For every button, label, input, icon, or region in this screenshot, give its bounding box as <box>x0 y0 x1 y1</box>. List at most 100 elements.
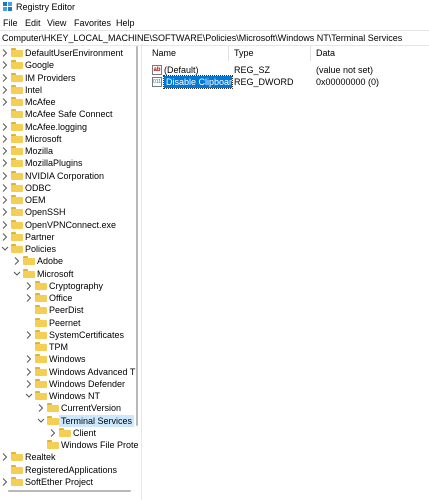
tree-node[interactable]: Windows File Protect <box>0 439 138 451</box>
tree-node-label: Client <box>73 427 97 438</box>
tree-node[interactable]: Windows <box>0 353 138 365</box>
folder-icon <box>35 329 47 339</box>
tree-horizontal-scrollbar[interactable] <box>8 490 131 492</box>
tree-node-label: Peernet <box>49 317 81 328</box>
chevron-right-icon[interactable] <box>25 293 33 303</box>
tree-node[interactable]: Windows Defender <box>0 378 138 390</box>
chevron-right-icon[interactable] <box>1 220 9 230</box>
chevron-down-icon[interactable] <box>37 416 45 426</box>
tree-node[interactable]: SystemCertificates <box>0 329 138 341</box>
tree-node-label: OEM <box>25 195 46 205</box>
tree-node[interactable]: Microsoft <box>0 133 138 145</box>
chevron-right-icon[interactable] <box>1 60 9 70</box>
chevron-right-icon[interactable] <box>1 97 9 107</box>
chevron-right-icon[interactable] <box>25 354 33 364</box>
chevron-down-icon[interactable] <box>13 269 21 279</box>
value-type: REG_SZ <box>234 65 271 75</box>
column-divider[interactable] <box>310 46 311 61</box>
chevron-right-icon[interactable] <box>1 158 9 168</box>
tree-node[interactable]: DefaultUserEnvironment <box>0 47 138 59</box>
chevron-down-icon[interactable] <box>25 391 33 401</box>
chevron-right-icon[interactable] <box>1 232 9 242</box>
folder-icon <box>11 133 23 143</box>
tree-node[interactable]: OpenVPNConnect.exe <box>0 219 138 231</box>
chevron-right-icon[interactable] <box>1 85 9 95</box>
tree-node[interactable]: IM Providers <box>0 72 138 84</box>
tree-node[interactable]: Google <box>0 59 138 71</box>
value-row-selected[interactable]: 011 Disable Clipboar... REG_DWORD 0x0000… <box>150 75 429 89</box>
column-divider[interactable] <box>228 46 229 61</box>
folder-icon <box>11 452 23 462</box>
chevron-right-icon[interactable] <box>1 195 9 205</box>
column-header-data[interactable]: Data <box>316 46 335 60</box>
chevron-right-icon[interactable] <box>1 183 9 193</box>
value-name: (Default) <box>164 65 199 75</box>
tree-node[interactable]: NVIDIA Corporation <box>0 170 138 182</box>
chevron-right-icon[interactable] <box>1 48 9 58</box>
tree-node[interactable]: OEM <box>0 194 138 206</box>
chevron-right-icon[interactable] <box>1 122 9 132</box>
tree-node[interactable]: McAfee Safe Connect <box>0 108 138 120</box>
values-list[interactable]: Name Type Data ab (Default) REG_SZ (valu… <box>142 44 429 500</box>
tree-node[interactable]: CurrentVersion <box>0 402 138 414</box>
tree-node[interactable]: McAfee.logging <box>0 121 138 133</box>
tree-vertical-scrollbar[interactable] <box>136 46 138 426</box>
folder-icon <box>35 378 47 388</box>
chevron-right-icon[interactable] <box>25 367 33 377</box>
tree-node[interactable]: SoftEther Project <box>0 476 138 488</box>
tree-node-label: Office <box>49 293 73 303</box>
tree-node[interactable]: Windows NT <box>0 390 138 402</box>
chevron-right-icon[interactable] <box>1 171 9 181</box>
column-header-name[interactable]: Name <box>152 46 176 60</box>
folder-icon <box>35 317 47 327</box>
column-header-type[interactable]: Type <box>234 46 254 60</box>
tree-node[interactable]: PeerDist <box>0 304 138 316</box>
tree-node[interactable]: Intel <box>0 84 138 96</box>
tree-node[interactable]: Mozilla <box>0 145 138 157</box>
menu-help[interactable]: Help <box>116 17 135 29</box>
address-path[interactable]: Computer\HKEY_LOCAL_MACHINE\SOFTWARE\Pol… <box>2 32 402 44</box>
menu-edit[interactable]: Edit <box>25 17 41 29</box>
key-tree[interactable]: DefaultUserEnvironment Google IM Providers… <box>0 44 138 500</box>
tree-node[interactable]: Adobe <box>0 255 138 267</box>
tree-node-label: Windows Defender <box>49 378 126 389</box>
tree-node[interactable]: Cryptography <box>0 280 138 292</box>
chevron-down-icon[interactable] <box>1 244 9 254</box>
chevron-right-icon[interactable] <box>49 428 57 438</box>
chevron-right-icon[interactable] <box>25 379 33 389</box>
tree-node-label: Cryptography <box>49 280 104 291</box>
tree-node[interactable]: Peernet <box>0 317 138 329</box>
chevron-right-icon[interactable] <box>1 146 9 156</box>
tree-node[interactable]: OpenSSH <box>0 206 138 218</box>
chevron-right-icon[interactable] <box>25 281 33 291</box>
tree-node[interactable]: Windows Advanced Thre <box>0 366 138 378</box>
tree-node[interactable]: Policies <box>0 243 138 255</box>
tree-node[interactable]: TPM <box>0 341 138 353</box>
folder-icon <box>11 195 23 204</box>
chevron-right-icon[interactable] <box>13 256 21 266</box>
chevron-right-icon[interactable] <box>25 330 33 340</box>
tree-node[interactable]: RegisteredApplications <box>0 464 138 476</box>
chevron-right-icon[interactable] <box>1 452 9 462</box>
chevron-right-icon[interactable] <box>1 134 9 144</box>
chevron-right-icon[interactable] <box>1 207 9 217</box>
value-row[interactable]: ab (Default) REG_SZ (value not set) <box>150 64 429 76</box>
tree-node[interactable]: Client <box>0 427 138 439</box>
chevron-right-icon[interactable] <box>1 477 9 487</box>
tree-node[interactable]: McAfee <box>0 96 138 108</box>
tree-node[interactable]: Office <box>0 292 138 304</box>
chevron-right-icon[interactable] <box>1 73 9 83</box>
folder-icon <box>35 305 47 315</box>
menu-view[interactable]: View <box>47 17 66 29</box>
menu-favorites[interactable]: Favorites <box>74 17 111 29</box>
window-title: Registry Editor <box>16 2 76 12</box>
tree-node[interactable]: MozillaPlugins <box>0 157 138 169</box>
tree-node[interactable]: ODBC <box>0 182 138 194</box>
tree-node[interactable]: Terminal Services <box>0 414 138 427</box>
chevron-right-icon[interactable] <box>37 403 45 413</box>
tree-node[interactable]: Realtek <box>0 451 138 463</box>
tree-node[interactable]: Partner <box>0 231 138 243</box>
tree-node[interactable]: Microsoft <box>0 268 138 280</box>
tree-node-label: Partner <box>25 231 55 242</box>
menu-file[interactable]: File <box>3 17 18 29</box>
